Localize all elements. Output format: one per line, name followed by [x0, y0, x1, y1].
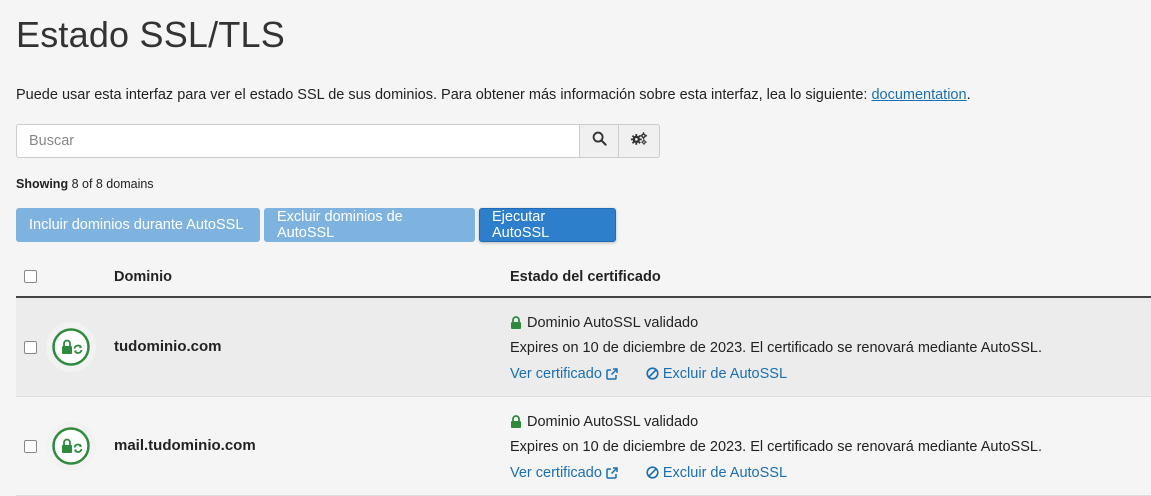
expiry-text: Expires on 10 de diciembre de 2023. El c… — [510, 438, 1042, 455]
search-group — [16, 124, 660, 158]
documentation-link[interactable]: documentation — [871, 87, 966, 103]
certificate-status: Dominio AutoSSL validado Expires on 10 d… — [510, 409, 1042, 485]
ssl-status-icon — [46, 322, 96, 372]
page-title: Estado SSL/TLS — [16, 14, 285, 55]
showing-count: Showing 8 of 8 domains — [16, 177, 154, 191]
table-row: tudominio.com Dominio AutoSSL validado E… — [16, 298, 1151, 397]
view-certificate-link[interactable]: Ver certificado — [510, 366, 618, 382]
table-header: Dominio Estado del certificado — [16, 258, 1151, 298]
row-checkbox[interactable] — [24, 341, 37, 354]
exclude-autossl-link[interactable]: Excluir de AutoSSL — [646, 366, 787, 382]
row-checkbox[interactable] — [24, 440, 37, 453]
exclude-autossl-link[interactable]: Excluir de AutoSSL — [646, 465, 787, 481]
lock-icon — [510, 316, 522, 329]
external-link-icon — [606, 367, 618, 380]
include-domains-button[interactable]: Incluir dominios durante AutoSSL — [16, 208, 260, 242]
column-header-status: Estado del certificado — [510, 269, 661, 285]
ssl-status-icon — [46, 421, 96, 471]
settings-button[interactable] — [619, 124, 660, 158]
lock-icon — [510, 415, 522, 428]
exclude-domains-button[interactable]: Excluir dominios de AutoSSL — [264, 208, 475, 242]
ban-icon — [646, 367, 659, 380]
status-text: Dominio AutoSSL validado — [527, 413, 699, 430]
search-button[interactable] — [579, 124, 619, 158]
action-buttons: Incluir dominios durante AutoSSL Excluir… — [16, 208, 616, 242]
column-header-domain: Dominio — [114, 269, 172, 285]
status-text: Dominio AutoSSL validado — [527, 314, 699, 331]
expiry-text: Expires on 10 de diciembre de 2023. El c… — [510, 339, 1042, 356]
view-certificate-link[interactable]: Ver certificado — [510, 465, 618, 481]
certificate-status: Dominio AutoSSL validado Expires on 10 d… — [510, 310, 1042, 386]
domain-name: tudominio.com — [114, 338, 222, 355]
intro-text: Puede usar esta interfaz para ver el est… — [16, 87, 971, 103]
table-row: mail.tudominio.com Dominio AutoSSL valid… — [16, 397, 1151, 496]
domain-name: mail.tudominio.com — [114, 437, 256, 454]
run-autossl-button[interactable]: Ejecutar AutoSSL — [479, 208, 616, 242]
domains-table: Dominio Estado del certificado tudominio… — [16, 258, 1151, 496]
external-link-icon — [606, 466, 618, 479]
search-icon — [592, 131, 607, 151]
select-all-checkbox[interactable] — [24, 270, 37, 283]
gears-icon — [630, 131, 648, 151]
ban-icon — [646, 466, 659, 479]
search-input[interactable] — [16, 124, 579, 158]
